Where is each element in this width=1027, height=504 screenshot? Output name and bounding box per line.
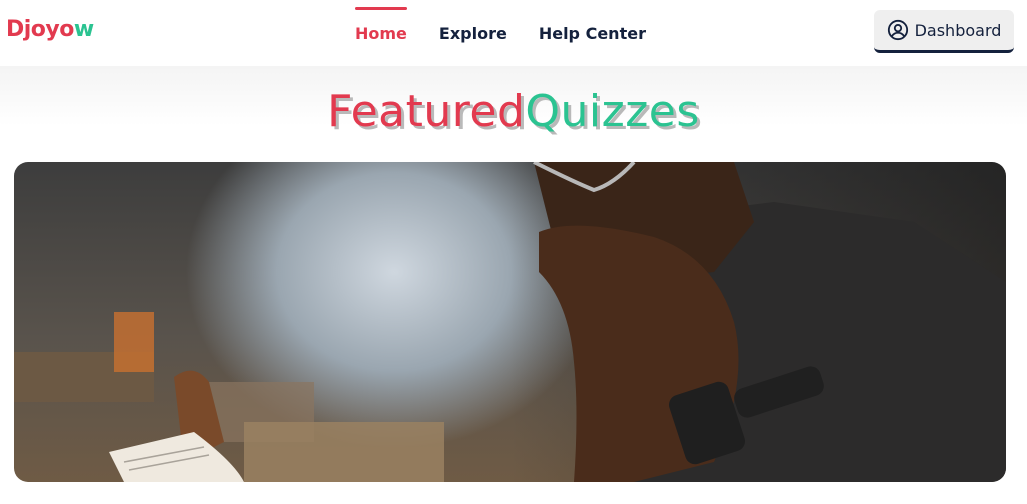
user-circle-icon: [887, 19, 909, 41]
brand-logo[interactable]: Djoyow: [6, 17, 94, 42]
title-part-quizzes: Quizzes: [525, 86, 700, 137]
title-part-featured: Featured: [327, 86, 526, 137]
main-nav: Home Explore Help Center: [355, 0, 646, 66]
nav-help-center[interactable]: Help Center: [539, 22, 646, 44]
dashboard-button-label: Dashboard: [914, 20, 1002, 40]
brand-logo-part1: Djoyo: [6, 17, 74, 42]
nav-explore[interactable]: Explore: [439, 22, 507, 44]
featured-banner-image[interactable]: [14, 162, 1006, 482]
nav-home[interactable]: Home: [355, 7, 407, 44]
featured-quizzes-title: FeaturedQuizzes: [0, 86, 1027, 137]
brand-logo-part2: w: [73, 17, 94, 42]
banner-illustration: [14, 162, 1006, 482]
dashboard-button[interactable]: Dashboard: [874, 10, 1014, 53]
top-navbar: Djoyow Home Explore Help Center Dashboar…: [0, 0, 1027, 66]
